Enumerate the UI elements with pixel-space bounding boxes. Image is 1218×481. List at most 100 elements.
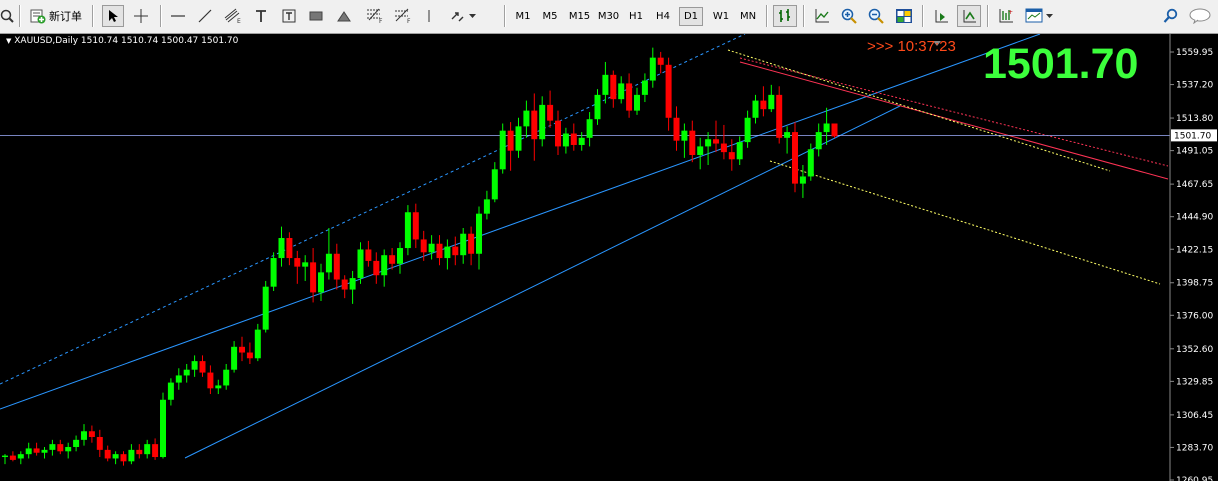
chat-button[interactable] bbox=[1186, 5, 1214, 27]
line-chart-button[interactable] bbox=[810, 5, 834, 27]
arrows-tool-dropdown[interactable] bbox=[446, 5, 480, 27]
candle-body bbox=[341, 279, 348, 290]
svg-text:F: F bbox=[407, 18, 411, 24]
candle-body bbox=[310, 262, 317, 293]
new-order-icon bbox=[30, 9, 46, 24]
candle-body bbox=[428, 243, 435, 253]
candle-body bbox=[25, 448, 32, 455]
candle-body bbox=[152, 444, 159, 458]
candle-body bbox=[17, 454, 24, 459]
candle-body bbox=[657, 57, 664, 65]
auto-scroll-button[interactable] bbox=[957, 5, 981, 27]
bar-chart-button[interactable] bbox=[773, 5, 797, 27]
candle-body bbox=[246, 352, 253, 359]
price-axis: 1559.95 1537.20 1513.80 1491.05 1467.65 1444.… bbox=[1170, 48, 1213, 481]
auto-scroll-icon bbox=[963, 10, 976, 23]
channel-tool-button[interactable]: E bbox=[221, 5, 245, 27]
big-price-display: 1501.70 bbox=[983, 40, 1139, 88]
candle-body bbox=[207, 372, 214, 389]
y-tick-label: 1537.20 bbox=[1176, 81, 1213, 91]
candle-body bbox=[286, 238, 293, 259]
svg-text:F: F bbox=[379, 18, 383, 24]
timeframe-w1[interactable]: W1 bbox=[709, 7, 733, 26]
candle-body bbox=[365, 249, 372, 261]
new-order-label: 新订单 bbox=[49, 11, 82, 23]
triangle-tool-button[interactable] bbox=[333, 5, 355, 27]
candle-body bbox=[2, 455, 8, 458]
cursor-tool-button[interactable] bbox=[102, 5, 124, 27]
candle-body bbox=[9, 455, 16, 460]
candle-body bbox=[389, 255, 396, 264]
templates-dropdown[interactable] bbox=[1022, 5, 1056, 27]
chevron-down-icon bbox=[469, 13, 476, 18]
candle-body bbox=[96, 436, 103, 450]
candle-body bbox=[175, 375, 182, 383]
timeframe-m15[interactable]: M15 bbox=[566, 7, 593, 26]
candle-body bbox=[357, 249, 364, 279]
candle-body bbox=[586, 119, 593, 138]
candle-body bbox=[681, 130, 688, 141]
candle-body bbox=[713, 139, 719, 144]
new-order-button[interactable]: 新订单 bbox=[26, 5, 86, 27]
candle-timer: >>> 10:37:23 bbox=[867, 38, 956, 55]
candle-body bbox=[752, 100, 759, 118]
chart-canvas[interactable]: 1559.95 1537.20 1513.80 1491.05 1467.65 1444.… bbox=[0, 34, 1218, 481]
indicators-button[interactable]: + bbox=[994, 5, 1018, 27]
candle-body bbox=[784, 132, 791, 138]
tile-windows-button[interactable] bbox=[892, 5, 916, 27]
candle-body bbox=[594, 94, 601, 120]
y-tick-label: 1467.65 bbox=[1176, 180, 1213, 190]
timeframe-m1[interactable]: M1 bbox=[512, 7, 534, 26]
crosshair-icon bbox=[134, 9, 148, 23]
candles bbox=[2, 47, 838, 466]
timeframe-m30[interactable]: M30 bbox=[595, 7, 622, 26]
candle-body bbox=[697, 146, 704, 155]
text-label-tool-button[interactable] bbox=[278, 5, 300, 27]
candle-body bbox=[325, 253, 332, 273]
vline-tool-button[interactable] bbox=[423, 5, 435, 27]
y-tick-label: 1491.05 bbox=[1176, 147, 1213, 157]
rectangle-icon bbox=[309, 11, 323, 21]
candle-body bbox=[420, 239, 427, 253]
candle-body bbox=[231, 346, 238, 370]
arrows-icon bbox=[451, 12, 464, 22]
timeframe-h4[interactable]: H4 bbox=[652, 7, 674, 26]
crosshair-tool-button[interactable] bbox=[130, 5, 152, 27]
timeframe-h1[interactable]: H1 bbox=[625, 7, 647, 26]
search-button[interactable] bbox=[1160, 5, 1182, 27]
price-chart[interactable]: 1559.95 1537.20 1513.80 1491.05 1467.65 1444.… bbox=[0, 34, 1218, 481]
timeframe-d1[interactable]: D1 bbox=[679, 7, 703, 26]
triangle-down-icon: ▼ bbox=[6, 37, 12, 45]
candle-body bbox=[815, 132, 822, 150]
zoom-out-button[interactable] bbox=[865, 5, 887, 27]
fibo-tool-button[interactable]: F bbox=[363, 5, 387, 27]
candle-body bbox=[223, 369, 230, 386]
chart-shift-button[interactable] bbox=[929, 5, 953, 27]
candle-body bbox=[491, 169, 498, 200]
candle-body bbox=[412, 212, 419, 240]
hline-tool-button[interactable] bbox=[167, 5, 189, 27]
zoom-icon[interactable] bbox=[0, 5, 14, 27]
candle-body bbox=[792, 132, 798, 184]
candle-body bbox=[65, 447, 72, 452]
trendline-tool-button[interactable] bbox=[194, 5, 216, 27]
chat-bubble-icon bbox=[1189, 8, 1211, 24]
candle-body bbox=[499, 130, 506, 170]
fibo-fan-tool-button[interactable]: F bbox=[391, 5, 415, 27]
candle-body bbox=[373, 260, 380, 276]
timeframe-mn[interactable]: MN bbox=[736, 7, 760, 26]
candle-body bbox=[436, 243, 443, 259]
candle-body bbox=[515, 126, 522, 151]
candle-body bbox=[112, 454, 119, 459]
candle-body bbox=[720, 143, 727, 153]
channel-upper-dashed-line bbox=[0, 34, 746, 385]
trend-lines[interactable] bbox=[0, 34, 1169, 459]
candle-body bbox=[262, 286, 269, 330]
timeframe-m5[interactable]: M5 bbox=[539, 7, 561, 26]
candle-body bbox=[215, 385, 222, 389]
rectangle-tool-button[interactable] bbox=[305, 5, 327, 27]
candle-body bbox=[41, 449, 48, 453]
candle-body bbox=[270, 258, 277, 287]
text-tool-button[interactable] bbox=[250, 5, 272, 27]
zoom-in-button[interactable] bbox=[838, 5, 860, 27]
